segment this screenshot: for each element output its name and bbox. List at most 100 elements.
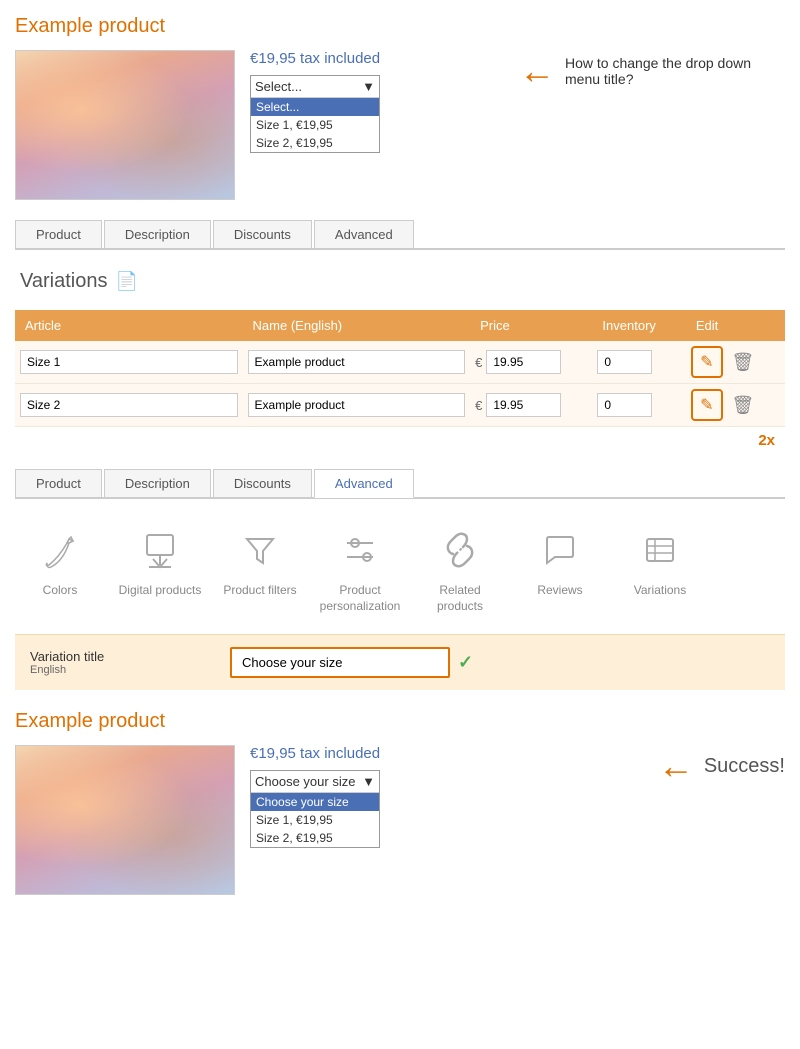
delete-button-1[interactable]: 🗑 [727, 389, 759, 421]
variations-label: Variations [634, 583, 686, 599]
input-name-1[interactable]: Example product [248, 393, 466, 417]
cell-name-1: Example product [243, 384, 471, 427]
chat-icon [539, 529, 581, 577]
euro-sign-1: € [475, 398, 482, 413]
input-price-1[interactable]: 19.95 [486, 393, 561, 417]
input-inventory-0[interactable]: 0 [597, 350, 652, 374]
download-icon [139, 529, 181, 577]
tab1-discounts[interactable]: Discounts [213, 220, 312, 248]
cell-inventory-1: 0 [592, 384, 685, 427]
digital-products-label: Digital products [119, 583, 202, 599]
arrow-icon-top: ← [519, 50, 555, 92]
tab1-description[interactable]: Description [104, 220, 211, 248]
dropdown-option-2[interactable]: Size 2, €19,95 [251, 134, 379, 152]
icon-item-colors[interactable]: Colors [15, 529, 105, 614]
action-buttons-1: ✎ 🗑 [691, 389, 780, 421]
product-image-bottom [15, 745, 235, 895]
arrow-icon-bottom: ← [658, 745, 694, 787]
input-article-1[interactable]: Size 2 [20, 393, 238, 417]
dropdown-top[interactable]: Select... ▼ Select... Size 1, €19,95 Siz… [250, 75, 380, 153]
tab1-advanced[interactable]: Advanced [314, 220, 414, 248]
icon-item-filters[interactable]: Product filters [215, 529, 305, 614]
col-edit: Edit [686, 310, 785, 341]
icons-grid: Colors Digital products Product filters [15, 514, 785, 634]
second-product-section: Example product €19,95 tax included Choo… [15, 710, 785, 895]
product-filters-label: Product filters [223, 583, 296, 599]
variation-title-input[interactable] [230, 647, 450, 678]
product-title-bottom: Example product [15, 710, 785, 733]
dropdown-list-top: Select... Size 1, €19,95 Size 2, €19,95 [251, 98, 379, 152]
link-icon [439, 529, 481, 577]
dropdown-arrow-top: ▼ [362, 79, 375, 94]
variation-input-wrapper: ✓ [230, 647, 473, 678]
variation-title-row: Variation title English ✓ [15, 634, 785, 690]
related-products-label: Related products [415, 583, 505, 614]
variations-header: Variations 📄 [15, 265, 785, 298]
delete-button-0[interactable]: 🗑 [727, 346, 759, 378]
product-preview-top: €19,95 tax included Select... ▼ Select..… [15, 50, 785, 200]
action-buttons-0: ✎ 🗑 [691, 346, 780, 378]
colors-label: Colors [43, 583, 78, 599]
product-preview-bottom: €19,95 tax included Choose your size ▼ C… [15, 745, 785, 895]
tab2-description[interactable]: Description [104, 469, 211, 497]
product-image-top [15, 50, 235, 200]
dropdown-header-top[interactable]: Select... ▼ [251, 76, 379, 98]
tab2-discounts[interactable]: Discounts [213, 469, 312, 497]
input-price-0[interactable]: 19.95 [486, 350, 561, 374]
table-row: Size 2 Example product € 19.95 0 [15, 384, 785, 427]
col-name: Name (English) [243, 310, 471, 341]
icon-item-digital[interactable]: Digital products [115, 529, 205, 614]
tab1-product[interactable]: Product [15, 220, 102, 248]
success-label: Success! [704, 755, 785, 778]
icon-item-related[interactable]: Related products [415, 529, 505, 614]
input-inventory-1[interactable]: 0 [597, 393, 652, 417]
edit-button-1[interactable]: ✎ [691, 389, 723, 421]
cell-price-1: € 19.95 [470, 384, 592, 427]
price-top: €19,95 tax included [250, 50, 494, 67]
edit-button-0[interactable]: ✎ [691, 346, 723, 378]
cell-article-0: Size 1 [15, 341, 243, 384]
variations-table: Article Name (English) Price Inventory E… [15, 310, 785, 427]
input-article-0[interactable]: Size 1 [20, 350, 238, 374]
cell-price-0: € 19.95 [470, 341, 592, 384]
dropdown-option-0[interactable]: Select... [251, 98, 379, 116]
arrow-hint-top: ← How to change the drop down menu title… [509, 50, 785, 92]
product-details-top: €19,95 tax included Select... ▼ Select..… [250, 50, 494, 153]
dropdown-bottom[interactable]: Choose your size ▼ Choose your size Size… [250, 770, 380, 848]
product-title-top: Example product [15, 15, 785, 38]
icon-item-reviews[interactable]: Reviews [515, 529, 605, 614]
product-personalization-label: Product personalization [315, 583, 405, 614]
dropdown-list-bottom: Choose your size Size 1, €19,95 Size 2, … [251, 793, 379, 847]
variations-section: Variations 📄 Article Name (English) Pric… [15, 265, 785, 449]
cell-inventory-0: 0 [592, 341, 685, 384]
dropdown-option-bottom-1[interactable]: Size 1, €19,95 [251, 811, 379, 829]
dropdown-arrow-bottom: ▼ [362, 774, 375, 789]
variation-title-label: Variation title English [30, 649, 230, 676]
tabs-row-2: Product Description Discounts Advanced [15, 469, 785, 499]
checkmark-icon: ✓ [458, 652, 473, 673]
input-name-0[interactable]: Example product [248, 350, 466, 374]
tabs-row-1: Product Description Discounts Advanced [15, 220, 785, 250]
cell-edit-1: ✎ 🗑 [686, 384, 785, 427]
product-details-bottom: €19,95 tax included Choose your size ▼ C… [250, 745, 633, 848]
hint-text-top: How to change the drop down menu title? [565, 55, 785, 87]
cell-name-0: Example product [243, 341, 471, 384]
tab2-advanced[interactable]: Advanced [314, 469, 414, 498]
col-inventory: Inventory [592, 310, 685, 341]
variations-icon: 📄 [115, 271, 137, 292]
dropdown-option-bottom-2[interactable]: Size 2, €19,95 [251, 829, 379, 847]
filter-icon [239, 529, 281, 577]
arrow-success: ← Success! [648, 745, 785, 787]
icon-item-personalization[interactable]: Product personalization [315, 529, 405, 614]
euro-sign-0: € [475, 355, 482, 370]
dropdown-option-1[interactable]: Size 1, €19,95 [251, 116, 379, 134]
icon-item-variations[interactable]: Variations [615, 529, 705, 614]
dropdown-option-bottom-0[interactable]: Choose your size [251, 793, 379, 811]
table-row: Size 1 Example product € 19.95 0 [15, 341, 785, 384]
dropdown-header-bottom[interactable]: Choose your size ▼ [251, 771, 379, 793]
variations-title: Variations [20, 270, 107, 293]
sliders-icon [339, 529, 381, 577]
dropdown-selected-bottom: Choose your size [255, 774, 355, 789]
cell-article-1: Size 2 [15, 384, 243, 427]
tab2-product[interactable]: Product [15, 469, 102, 497]
